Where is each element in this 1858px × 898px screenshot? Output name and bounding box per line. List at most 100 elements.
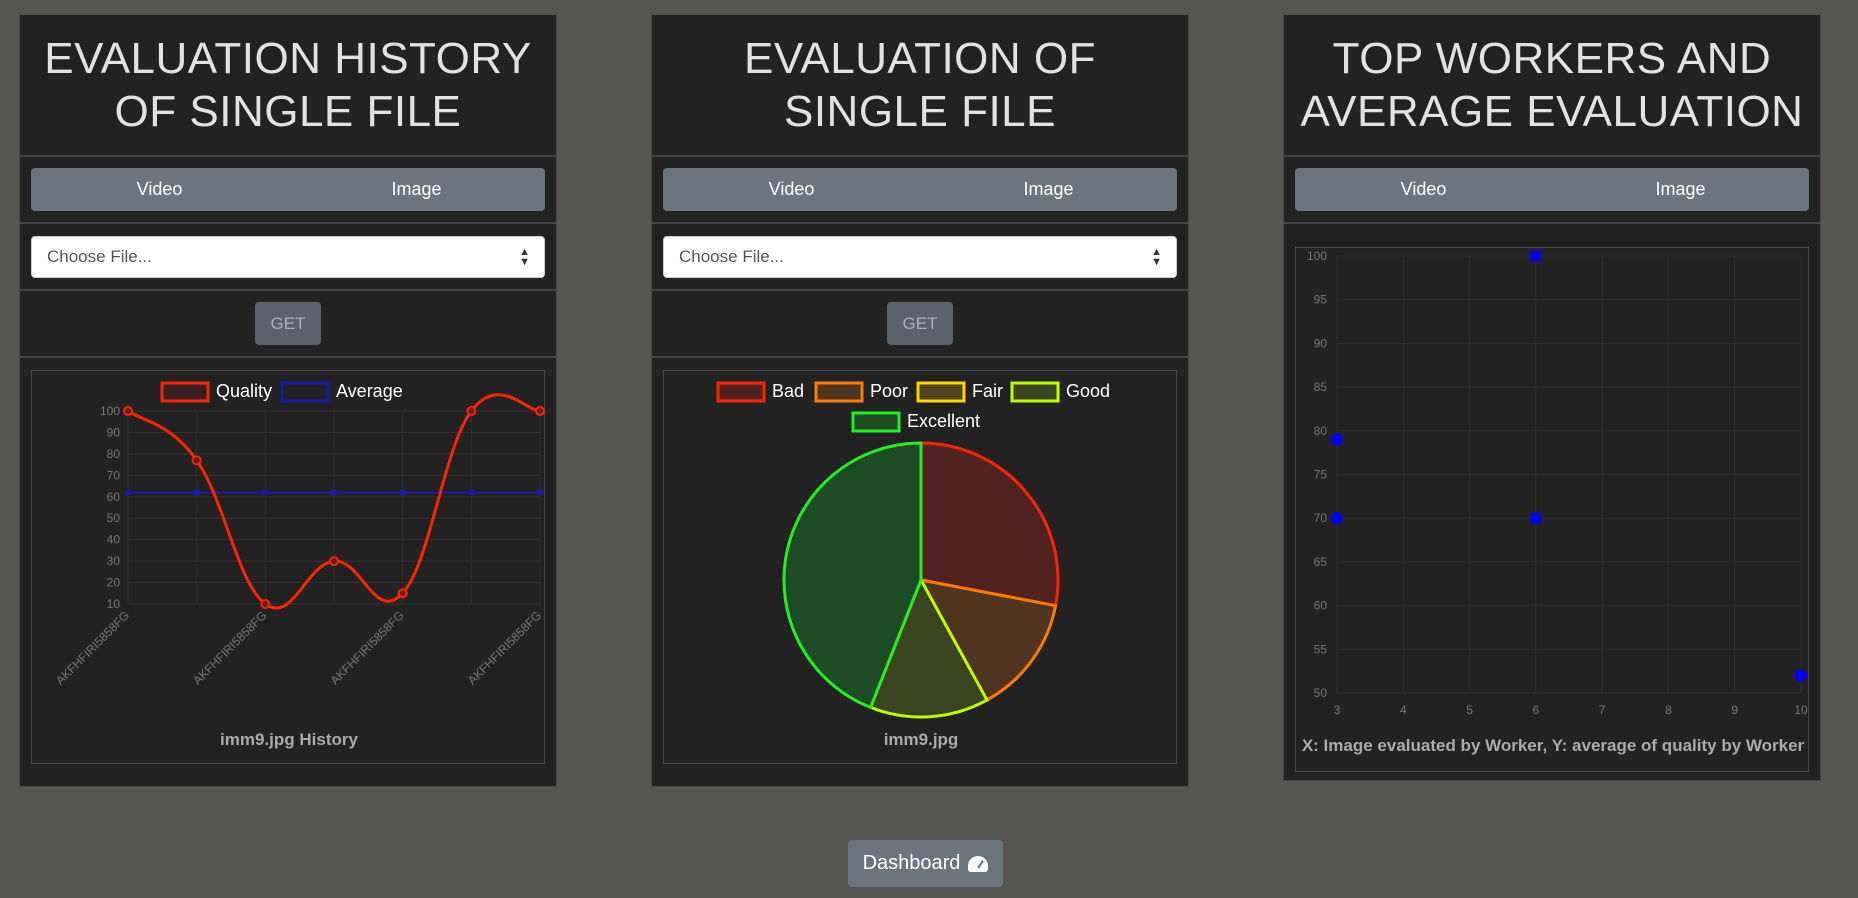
scatter-point [1331, 433, 1343, 446]
y-tick-label: 95 [1314, 293, 1328, 307]
legend-label-quality: Quality [216, 381, 272, 401]
quality-point [397, 588, 408, 599]
legend-label-average: Average [336, 381, 403, 401]
y-tick-label: 90 [107, 425, 121, 439]
top-workers-panel: TOP WORKERS AND AVERAGE EVALUATION Video … [1283, 14, 1821, 781]
legend-label-bad: Bad [772, 381, 804, 401]
pie-slice-bad [919, 441, 1060, 608]
top-workers-title: TOP WORKERS AND AVERAGE EVALUATION [1300, 34, 1804, 136]
legend-swatch-average [280, 381, 330, 403]
scatter-point [1795, 669, 1807, 682]
y-tick-label: 100 [1307, 249, 1327, 263]
y-tick-label: 60 [1314, 599, 1328, 613]
legend-swatch-good [1010, 381, 1060, 403]
top-workers-header: TOP WORKERS AND AVERAGE EVALUATION [1284, 15, 1820, 157]
x-tick-label: 5 [1466, 703, 1473, 717]
get-button[interactable]: GET [887, 302, 953, 345]
quality-point [466, 406, 477, 416]
x-tick-label: AKFHFIRI5858FG [190, 608, 269, 687]
y-tick-label: 70 [107, 468, 121, 482]
y-tick-label: 90 [1314, 336, 1328, 350]
image-button[interactable]: Image [920, 168, 1177, 211]
evaluation-panel: EVALUATION OF SINGLE FILE Video Image Cho… [651, 14, 1189, 787]
y-tick-label: 80 [1314, 424, 1328, 438]
legend-swatch-excellent [851, 411, 901, 433]
media-toggle: Video Image [1295, 168, 1809, 211]
scatter-chart: 100 95 90 85 80 75 70 65 60 55 50 3 4 5 6 7 8 9 10 X: Image… [1302, 249, 1808, 755]
file-select[interactable]: Choose File... ▲ ▼ [663, 236, 1177, 278]
y-tick-label: 10 [107, 597, 121, 611]
file-select-value: Choose File... [47, 247, 152, 266]
x-tick-label: 4 [1400, 703, 1407, 717]
history-header: EVALUATION HISTORY OF SINGLE FILE [20, 15, 556, 157]
average-point [261, 488, 269, 496]
y-tick-label: 60 [107, 490, 121, 504]
y-tick-label: 50 [107, 511, 121, 525]
quality-point [123, 406, 133, 416]
quality-point [260, 599, 271, 609]
video-button[interactable]: Video [31, 168, 288, 211]
image-button[interactable]: Image [288, 168, 545, 211]
x-tick-label: 7 [1599, 703, 1606, 717]
chart-title: imm9.jpg [884, 730, 959, 749]
speedometer-icon [968, 855, 989, 872]
y-tick-label: 40 [107, 533, 121, 547]
legend-label-poor: Poor [870, 381, 908, 401]
line-chart: Quality Average 100 90 80 70 60 50 40 30 20 10 AKFHF… [53, 381, 545, 749]
y-tick-label: 50 [1314, 686, 1328, 700]
legend-label-fair: Fair [972, 381, 1003, 401]
select-arrows-icon: ▲ ▼ [1151, 246, 1162, 268]
chart-title: imm9.jpg History [220, 730, 358, 749]
x-tick-label: 10 [1794, 703, 1808, 717]
history-title: EVALUATION HISTORY OF SINGLE FILE [44, 34, 532, 136]
select-arrows-icon: ▲ ▼ [519, 246, 530, 268]
file-select[interactable]: Choose File... ▲ ▼ [31, 236, 545, 278]
evaluation-title: EVALUATION OF SINGLE FILE [743, 34, 1097, 136]
legend-label-excellent: Excellent [907, 411, 980, 431]
top-workers-chart: 100 95 90 85 80 75 70 65 60 55 50 3 4 5 6 7 8 9 10 X: Image… [1295, 247, 1809, 772]
history-panel: EVALUATION HISTORY OF SINGLE FILE Video I… [19, 14, 557, 787]
x-tick-label: 8 [1665, 703, 1672, 717]
image-button[interactable]: Image [1552, 168, 1809, 211]
x-tick-label: 3 [1334, 703, 1341, 717]
average-point [536, 488, 544, 496]
scatter-point [1529, 250, 1542, 262]
y-tick-label: 80 [107, 447, 121, 461]
file-select-value: Choose File... [679, 247, 784, 266]
y-tick-label: 20 [107, 576, 121, 590]
history-chart: Quality Average 100 90 80 70 60 50 40 30 20 10 AKFHF… [31, 370, 545, 764]
media-toggle: Video Image [31, 168, 545, 211]
quality-point [535, 406, 545, 416]
y-tick-label: 65 [1314, 555, 1328, 569]
y-tick-label: 85 [1314, 380, 1328, 394]
video-button[interactable]: Video [663, 168, 920, 211]
media-toggle: Video Image [663, 168, 1177, 211]
scatter-point [1331, 512, 1343, 525]
quality-point [329, 556, 339, 567]
x-tick-label: AKFHFIRI5858FG [328, 608, 407, 687]
get-button[interactable]: GET [255, 302, 321, 345]
average-point [124, 488, 132, 496]
legend-swatch-quality [160, 381, 210, 403]
legend-swatch-poor [814, 381, 864, 403]
average-point [193, 488, 201, 496]
evaluation-chart: Bad Poor Fair Good Excellent imm9.jpg [663, 370, 1177, 764]
x-tick-label: AKFHFIRI5858FG [465, 608, 544, 687]
quality-point [191, 455, 202, 466]
y-tick-label: 70 [1314, 511, 1328, 525]
y-tick-label: 30 [107, 554, 121, 568]
y-tick-label: 55 [1314, 642, 1328, 656]
y-tick-label: 100 [100, 404, 120, 418]
pie-chart: Bad Poor Fair Good Excellent imm9.jpg [716, 381, 1110, 749]
average-point [330, 488, 338, 496]
dashboard-button[interactable]: Dashboard [848, 840, 1003, 887]
average-point [467, 488, 475, 496]
video-button[interactable]: Video [1295, 168, 1552, 211]
legend-swatch-fair [916, 381, 966, 403]
legend-label-good: Good [1066, 381, 1110, 401]
evaluation-header: EVALUATION OF SINGLE FILE [652, 15, 1188, 157]
dashboard-label: Dashboard [862, 852, 961, 874]
legend-swatch-bad [716, 381, 766, 403]
y-tick-label: 75 [1314, 468, 1328, 482]
average-point [399, 488, 407, 496]
